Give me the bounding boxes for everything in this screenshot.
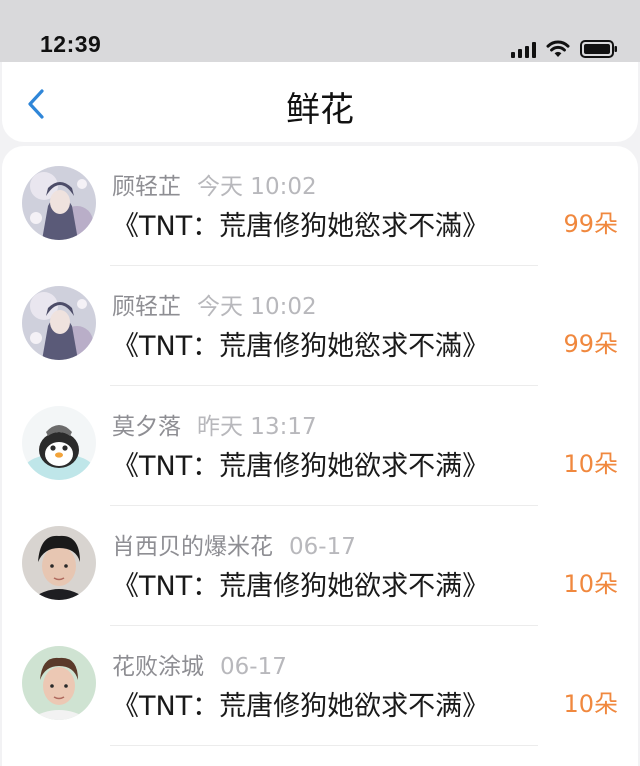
- sender-meta: 顾轻芷 今天 10:02: [112, 167, 317, 201]
- list-item[interactable]: 莫夕落 昨天 13:17 《TNT：荒唐修狗她欲求不满》 10朵: [2, 386, 638, 506]
- status-time: 12:39: [40, 31, 102, 57]
- sender-name[interactable]: 莫夕落: [112, 414, 181, 440]
- status-icons: [511, 36, 618, 58]
- sender-name[interactable]: 花败涂城: [112, 654, 204, 680]
- boy-photo-avatar[interactable]: [22, 526, 96, 600]
- list-item[interactable]: 花败涂城 06-17 《TNT：荒唐修狗她欲求不满》 10朵: [2, 626, 638, 746]
- list-item[interactable]: 肖西贝的爆米花 06-17 《TNT：荒唐修狗她欲求不满》 10朵: [2, 506, 638, 626]
- book-title[interactable]: 《TNT：荒唐修狗她欲求不满》: [112, 564, 489, 603]
- flower-amount: 10朵: [563, 570, 618, 598]
- sender-meta: 花败涂城 06-17: [112, 647, 287, 681]
- page-title: 鲜花: [286, 90, 354, 130]
- flower-amount: 99朵: [563, 210, 618, 238]
- sender-name[interactable]: 顾轻芷: [112, 174, 181, 200]
- flower-amount: 10朵: [563, 690, 618, 718]
- sender-name[interactable]: 顾轻芷: [112, 294, 181, 320]
- wifi-icon: [546, 40, 570, 58]
- book-title[interactable]: 《TNT：荒唐修狗她慾求不滿》: [112, 204, 489, 243]
- status-bar: 12:39: [0, 0, 640, 62]
- sent-time: 06-17: [289, 534, 356, 560]
- nav-bar: 鲜花: [2, 62, 638, 142]
- sender-meta: 顾轻芷 今天 10:02: [112, 287, 317, 321]
- sender-meta: 肖西贝的爆米花 06-17: [112, 527, 356, 561]
- sent-time: 06-17: [220, 654, 287, 680]
- sent-time: 今天 10:02: [197, 294, 317, 320]
- anime-avatar[interactable]: [22, 286, 96, 360]
- battery-icon: [580, 40, 618, 58]
- flower-list: 顾轻芷 今天 10:02 《TNT：荒唐修狗她慾求不滿》 99朵 顾轻芷 今天 10…: [2, 146, 638, 766]
- signal-icon: [511, 42, 536, 58]
- sent-time: 昨天 13:17: [197, 414, 317, 440]
- anime-avatar[interactable]: [22, 166, 96, 240]
- book-title[interactable]: 《TNT：荒唐修狗她慾求不滿》: [112, 324, 489, 363]
- list-item[interactable]: 顾轻芷 今天 10:02 《TNT：荒唐修狗她慾求不滿》 99朵: [2, 146, 638, 266]
- book-title[interactable]: 《TNT：荒唐修狗她欲求不满》: [112, 684, 489, 723]
- sender-meta: 莫夕落 昨天 13:17: [112, 407, 317, 441]
- divider: [110, 745, 538, 746]
- boy-photo-avatar[interactable]: [22, 646, 96, 720]
- book-title[interactable]: 《TNT：荒唐修狗她欲求不满》: [112, 444, 489, 483]
- list-item[interactable]: 顾轻芷 今天 10:02 《TNT：荒唐修狗她慾求不滿》 99朵: [2, 266, 638, 386]
- sent-time: 今天 10:02: [197, 174, 317, 200]
- penguin-avatar[interactable]: [22, 406, 96, 480]
- flower-amount: 99朵: [563, 330, 618, 358]
- flower-amount: 10朵: [563, 450, 618, 478]
- sender-name[interactable]: 肖西贝的爆米花: [112, 534, 273, 560]
